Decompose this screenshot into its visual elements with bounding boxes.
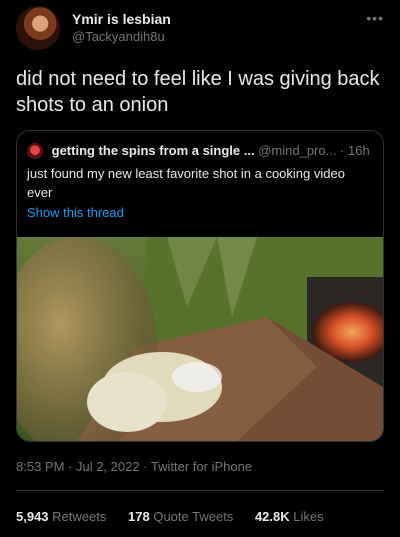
- quoted-time: · 16h: [340, 143, 370, 159]
- show-thread-link[interactable]: Show this thread: [27, 205, 124, 220]
- author-display-name[interactable]: Ymir is lesbian: [72, 10, 171, 28]
- divider: [16, 490, 384, 491]
- video-still-image: [17, 237, 383, 441]
- retweets-count: 5,943: [16, 509, 49, 524]
- ellipsis-icon[interactable]: •••: [366, 10, 384, 26]
- quoted-tweet-text: just found my new least favorite shot in…: [27, 166, 345, 200]
- author-handle[interactable]: @Tackyandih8u: [72, 28, 171, 46]
- quote-tweets-count: 178: [128, 509, 150, 524]
- author-names: Ymir is lesbian @Tackyandih8u: [72, 10, 171, 46]
- likes-count: 42.8K: [254, 509, 290, 524]
- quoted-author-handle: @mind_pro...: [258, 143, 337, 159]
- tweet-text: did not need to feel like I was giving b…: [16, 68, 380, 116]
- likes-label: Likes: [293, 509, 324, 524]
- quoted-media-video-still[interactable]: [17, 237, 383, 441]
- tweet-header: Ymir is lesbian @Tackyandih8u •••: [16, 6, 388, 54]
- quote-tweets-label: Quote Tweets: [153, 509, 234, 524]
- retweets-label: Retweets: [52, 509, 107, 524]
- quoted-tweet-header: getting the spins from a single ... @min…: [27, 142, 375, 160]
- engagement-stats: 5,943 Retweets 178 Quote Tweets 42.8K Li…: [16, 509, 342, 524]
- tweet-timestamp[interactable]: 8:53 PM · Jul 2, 2022 · Twitter for iPho…: [16, 459, 252, 474]
- quoted-author-avatar: [27, 142, 43, 159]
- author-avatar[interactable]: [16, 6, 60, 50]
- retweets-stat[interactable]: 5,943 Retweets: [16, 509, 110, 524]
- quoted-tweet-card[interactable]: getting the spins from a single ... @min…: [16, 130, 384, 442]
- quote-tweets-stat[interactable]: 178 Quote Tweets: [128, 509, 237, 524]
- quoted-author-name: getting the spins from a single ...: [51, 143, 255, 159]
- likes-stat[interactable]: 42.8K Likes: [255, 509, 324, 524]
